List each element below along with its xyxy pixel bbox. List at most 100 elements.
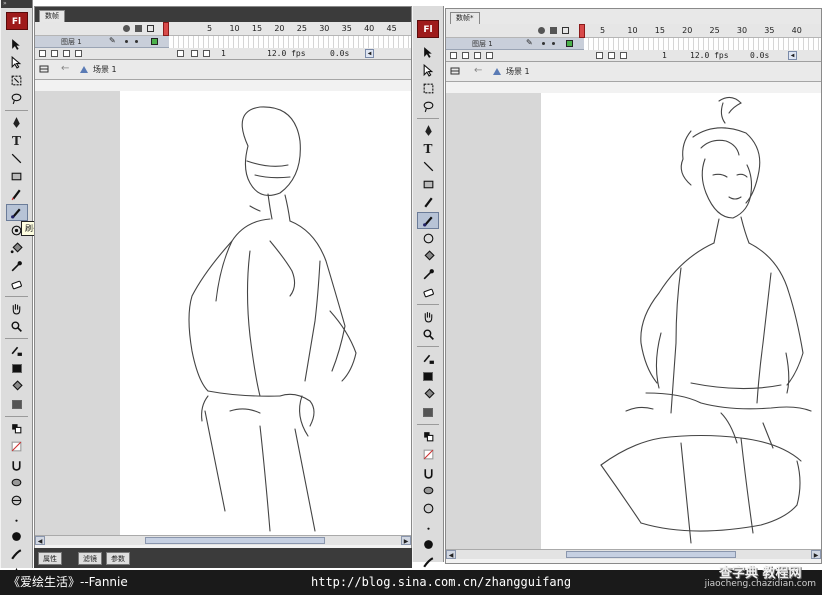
zoom-icon[interactable]	[417, 326, 439, 343]
deco-icon[interactable]	[417, 230, 439, 247]
tab-properties[interactable]: 属性	[38, 552, 62, 565]
scroll-left-icon[interactable]: ◀	[35, 536, 45, 545]
paint-bucket-icon[interactable]	[6, 240, 28, 257]
center-frame-icon[interactable]	[177, 50, 184, 57]
snap-icon[interactable]	[6, 456, 28, 473]
show-hide-icon[interactable]	[123, 25, 130, 32]
hand-icon[interactable]	[417, 308, 439, 325]
frame-cells[interactable]	[584, 38, 821, 50]
timeline-toggle-icon[interactable]	[450, 66, 460, 76]
paint-bucket-icon[interactable]	[417, 248, 439, 265]
outline-icon[interactable]	[147, 25, 154, 32]
layer-color-icon[interactable]	[566, 40, 573, 47]
stroke-color-icon[interactable]	[417, 350, 439, 367]
rectangle-icon[interactable]	[6, 168, 28, 185]
guide-layer-icon[interactable]	[462, 52, 469, 59]
arrow-icon[interactable]	[6, 36, 28, 53]
eyedropper-icon[interactable]	[6, 258, 28, 275]
scroll-thumb[interactable]	[566, 551, 736, 558]
eyedropper-icon[interactable]	[417, 266, 439, 283]
brush-icon[interactable]	[5, 204, 28, 221]
brush-shape-icon[interactable]	[417, 536, 439, 553]
playhead-marker[interactable]	[163, 22, 169, 36]
free-transform-icon[interactable]	[417, 80, 439, 97]
panel-grip[interactable]: »	[1, 0, 32, 8]
subselect-icon[interactable]	[417, 62, 439, 79]
stroke-color-icon[interactable]	[6, 342, 28, 359]
pen-icon[interactable]	[417, 122, 439, 139]
fill-color-icon[interactable]	[417, 368, 439, 385]
text-icon[interactable]: T	[6, 132, 28, 149]
pencil-icon[interactable]	[6, 186, 28, 203]
outline-icon[interactable]	[562, 27, 569, 34]
fill-color-icon[interactable]	[417, 404, 439, 421]
brush-icon[interactable]	[417, 212, 439, 229]
fill-color-icon[interactable]	[6, 396, 28, 413]
chevron-left-icon[interactable]: ◀	[365, 49, 374, 58]
add-layer-icon[interactable]	[450, 52, 457, 59]
brush-mode-icon[interactable]	[417, 500, 439, 517]
line-icon[interactable]	[6, 150, 28, 167]
paint-bucket-icon[interactable]	[417, 386, 439, 403]
scene-name[interactable]: 场景 1	[506, 66, 530, 77]
brush-mode-icon[interactable]	[6, 492, 28, 509]
eraser-icon[interactable]	[6, 276, 28, 293]
pressure-icon[interactable]	[417, 554, 439, 571]
trash-icon[interactable]	[75, 50, 82, 57]
swap-colors-icon[interactable]	[417, 428, 439, 445]
subselect-icon[interactable]	[6, 54, 28, 71]
horizontal-scrollbar[interactable]: ◀ ▶	[446, 549, 821, 559]
hand-icon[interactable]	[6, 300, 28, 317]
scroll-thumb[interactable]	[145, 537, 325, 544]
text-icon[interactable]: T	[417, 140, 439, 157]
lock-icon[interactable]	[550, 27, 557, 34]
frame-cells[interactable]	[169, 36, 411, 48]
lock-icon[interactable]	[135, 25, 142, 32]
scroll-right-icon[interactable]: ▶	[401, 536, 411, 545]
stage-canvas[interactable]	[541, 93, 821, 549]
brush-size-icon[interactable]	[417, 518, 439, 535]
smooth-icon[interactable]	[6, 474, 28, 491]
lasso-icon[interactable]	[417, 98, 439, 115]
pressure-icon[interactable]	[6, 546, 28, 563]
free-transform-icon[interactable]	[6, 72, 28, 89]
no-color-icon[interactable]	[417, 446, 439, 463]
guide-layer-icon[interactable]	[51, 50, 58, 57]
chevron-left-icon[interactable]: ◀	[788, 51, 797, 60]
rectangle-icon[interactable]	[417, 176, 439, 193]
layer-color-icon[interactable]	[151, 38, 158, 45]
scroll-right-icon[interactable]: ▶	[811, 550, 821, 559]
paint-bucket-icon[interactable]	[6, 378, 28, 395]
onion-skin-icon[interactable]	[608, 52, 615, 59]
timeline-toggle-icon[interactable]	[39, 64, 49, 74]
onion-outline-icon[interactable]	[203, 50, 210, 57]
brush-shape-icon[interactable]	[6, 528, 28, 545]
fill-color-icon[interactable]	[6, 360, 28, 377]
onion-outline-icon[interactable]	[620, 52, 627, 59]
add-layer-icon[interactable]	[39, 50, 46, 57]
center-frame-icon[interactable]	[596, 52, 603, 59]
zoom-icon[interactable]	[6, 318, 28, 335]
lasso-icon[interactable]	[6, 90, 28, 107]
no-color-icon[interactable]	[6, 438, 28, 455]
smooth-icon[interactable]	[417, 482, 439, 499]
brush-size-icon[interactable]	[6, 510, 28, 527]
layer-status-dots[interactable]	[125, 40, 138, 43]
layer-row[interactable]: 图层 1 ✎	[446, 38, 821, 50]
layer-row[interactable]: 图层 1 ✎	[35, 36, 411, 48]
back-arrow-icon[interactable]: ←	[474, 65, 482, 76]
scroll-left-icon[interactable]: ◀	[446, 550, 456, 559]
layer-status-dots[interactable]	[542, 42, 555, 45]
stage-canvas[interactable]	[120, 91, 411, 535]
document-tab[interactable]: 数帧*	[450, 12, 480, 24]
snap-icon[interactable]	[417, 464, 439, 481]
tab-filters[interactable]: 滤镜	[78, 552, 102, 565]
show-hide-icon[interactable]	[538, 27, 545, 34]
pen-icon[interactable]	[6, 114, 28, 131]
playhead-marker[interactable]	[579, 24, 585, 38]
back-arrow-icon[interactable]: ←	[61, 63, 69, 74]
tab-parameters[interactable]: 参数	[106, 552, 130, 565]
eraser-icon[interactable]	[417, 284, 439, 301]
scene-name[interactable]: 场景 1	[93, 64, 117, 75]
folder-icon[interactable]	[63, 50, 70, 57]
